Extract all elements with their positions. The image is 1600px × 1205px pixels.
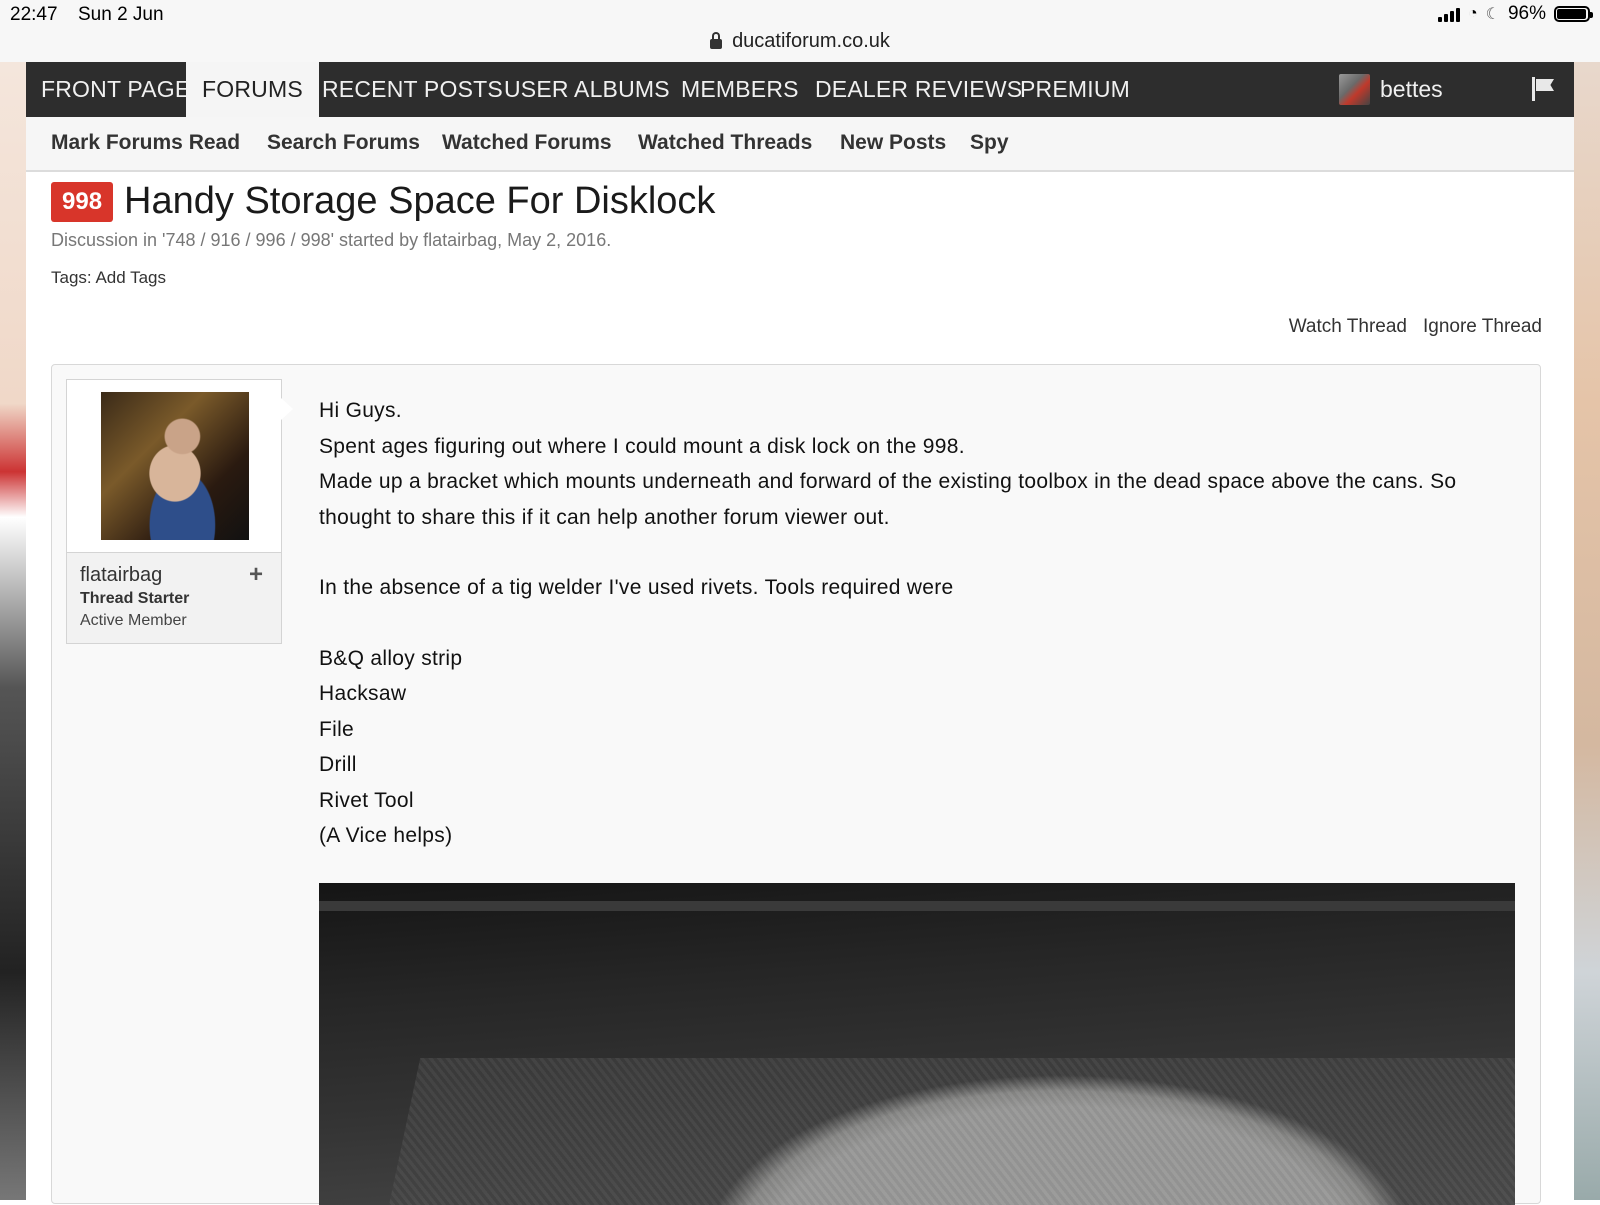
thread-title: Handy Storage Space For Disklock xyxy=(124,180,716,222)
tool-list-item: (A Vice helps) xyxy=(319,824,453,847)
main-nav: FRONT PAGE FORUMS RECENT POSTS USER ALBU… xyxy=(26,62,1574,117)
watched-threads-link[interactable]: Watched Threads xyxy=(638,131,812,155)
address-bar[interactable]: ducatiforum.co.uk xyxy=(0,28,1600,62)
watched-forums-link[interactable]: Watched Forums xyxy=(442,131,612,155)
thread-tags: Tags: Add Tags xyxy=(51,268,166,288)
url-text: ducatiforum.co.uk xyxy=(732,30,890,52)
wifi-icon: ◔ xyxy=(1467,5,1478,22)
tab-recent-posts[interactable]: RECENT POSTS xyxy=(322,62,503,117)
user-menu[interactable]: bettes xyxy=(1339,62,1443,117)
author-name[interactable]: flatairbag xyxy=(80,564,162,587)
new-posts-link[interactable]: New Posts xyxy=(840,131,946,155)
sub-nav: Mark Forums Read Search Forums Watched F… xyxy=(26,117,1574,172)
battery-icon xyxy=(1554,6,1593,22)
thread-actions: Watch Thread Ignore Thread xyxy=(1289,316,1542,338)
post: flatairbag + Thread Starter Active Membe… xyxy=(51,364,1541,1205)
cellular-signal-icon xyxy=(1437,6,1460,22)
post-image[interactable] xyxy=(319,883,1515,1205)
background-photo-right xyxy=(1574,62,1600,1200)
tool-list-item: File xyxy=(319,717,355,741)
username: bettes xyxy=(1380,76,1443,102)
thread-header: 998 Handy Storage Space For Disklock xyxy=(51,180,715,223)
forum-page: FRONT PAGE FORUMS RECENT POSTS USER ALBU… xyxy=(26,62,1574,1205)
plus-icon[interactable]: + xyxy=(249,563,263,587)
tool-list-item: Hacksaw xyxy=(319,682,407,705)
watch-thread-link[interactable]: Watch Thread xyxy=(1289,316,1407,338)
tags-label: Tags: xyxy=(51,268,92,287)
author-status: Thread Starter xyxy=(80,590,190,607)
post-author-block: flatairbag + Thread Starter Active Membe… xyxy=(66,379,282,644)
tab-dealer-reviews[interactable]: DEALER REVIEWS xyxy=(815,62,1022,117)
tool-list-item: B&Q alloy strip xyxy=(319,646,463,670)
status-date: Sun 2 Jun xyxy=(78,4,164,25)
post-line: Hi Guys. xyxy=(319,399,402,422)
add-tags-link[interactable]: Add Tags xyxy=(95,268,166,287)
post-body: Hi Guys. Spent ages figuring out where I… xyxy=(319,393,1499,854)
moon-icon: ☾ xyxy=(1485,6,1500,23)
thread-prefix-badge[interactable]: 998 xyxy=(51,181,114,222)
tool-list-item: Drill xyxy=(319,753,357,776)
mark-forums-read-link[interactable]: Mark Forums Read xyxy=(51,131,240,155)
tab-premium[interactable]: PREMIUM xyxy=(1020,62,1130,117)
status-indicators: ◔ ☾ 96% xyxy=(1437,3,1593,25)
post-line: Spent ages figuring out where I could mo… xyxy=(319,434,965,458)
status-bar: 22:47 Sun 2 Jun ◔ ☾ 96% xyxy=(0,0,1600,28)
thread-meta: Discussion in '748 / 916 / 996 / 998' st… xyxy=(51,230,612,250)
tab-front-page[interactable]: FRONT PAGE xyxy=(26,62,205,117)
search-forums-link[interactable]: Search Forums xyxy=(267,131,420,155)
background-photo-left xyxy=(0,62,26,1200)
tab-forums[interactable]: FORUMS xyxy=(186,62,319,117)
author-avatar-frame xyxy=(67,380,281,553)
author-rank: Active Member xyxy=(80,612,187,629)
status-time: 22:47 xyxy=(10,4,58,25)
ignore-thread-link[interactable]: Ignore Thread xyxy=(1423,316,1542,338)
tab-user-albums[interactable]: USER ALBUMS xyxy=(504,62,670,117)
spy-link[interactable]: Spy xyxy=(970,131,1009,155)
battery-percent: 96% xyxy=(1507,3,1546,24)
author-avatar[interactable] xyxy=(101,392,249,540)
lock-icon xyxy=(710,31,723,49)
tool-list-item: Rivet Tool xyxy=(319,788,414,812)
tab-members[interactable]: MEMBERS xyxy=(681,62,799,117)
post-line: In the absence of a tig welder I've used… xyxy=(319,576,954,599)
post-line: Made up a bracket which mounts underneat… xyxy=(319,470,1457,529)
user-avatar xyxy=(1339,74,1370,105)
